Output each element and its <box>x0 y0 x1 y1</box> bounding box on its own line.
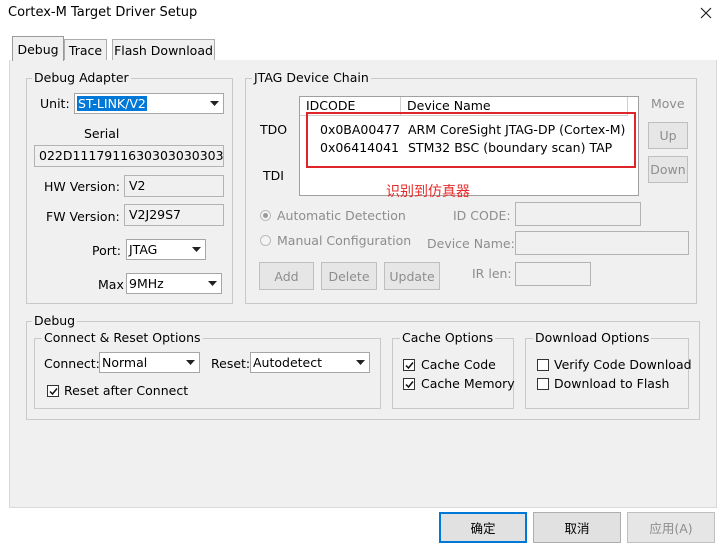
window-title: Cortex-M Target Driver Setup <box>8 5 198 20</box>
id-code-field[interactable] <box>515 202 641 226</box>
reset-value: Autodetect <box>253 355 323 370</box>
debug-group-label: Debug <box>32 313 78 328</box>
cancel-button[interactable]: 取消 <box>533 512 621 543</box>
apply-button[interactable]: 应用(A) <box>627 512 715 543</box>
close-icon <box>700 7 712 19</box>
serial-field: 022D11179116303030303032 <box>34 145 224 167</box>
fw-version-field: V2J29S7 <box>124 204 224 226</box>
verify-code-download-checkbox[interactable] <box>537 359 549 371</box>
annotation-text: 识别到仿真器 <box>386 184 470 200</box>
cache-code-label: Cache Code <box>421 357 496 372</box>
port-value: JTAG <box>129 242 158 257</box>
move-down-label: Down <box>650 162 686 177</box>
cache-options-label: Cache Options <box>400 330 496 345</box>
apply-label: 应用(A) <box>649 521 693 536</box>
jtag-group-label: JTAG Device Chain <box>252 70 371 85</box>
chevron-down-icon <box>352 353 369 372</box>
cache-code-checkbox[interactable] <box>403 359 415 371</box>
move-up-button[interactable]: Up <box>648 122 688 149</box>
check-icon <box>404 380 414 388</box>
ok-button[interactable]: 确定 <box>439 512 527 543</box>
cancel-label: 取消 <box>564 521 590 536</box>
move-label: Move <box>651 96 685 111</box>
unit-value: ST-LINK/V2 <box>77 96 147 111</box>
automatic-detection-label: Automatic Detection <box>277 208 406 223</box>
row-1-device[interactable]: ARM CoreSight JTAG-DP (Cortex-M) <box>408 122 625 137</box>
move-down-button[interactable]: Down <box>648 156 688 183</box>
reset-after-connect-label: Reset after Connect <box>64 383 189 398</box>
move-up-label: Up <box>659 128 677 143</box>
download-options-group <box>525 338 689 409</box>
unit-label: Unit: <box>40 96 70 111</box>
max-clock-select[interactable]: 9MHz <box>126 273 222 294</box>
tab-debug-label: Debug <box>17 41 59 57</box>
connect-select[interactable]: Normal <box>99 352 200 373</box>
reset-select[interactable]: Autodetect <box>250 352 370 373</box>
chevron-down-icon <box>204 274 221 293</box>
port-label: Port: <box>92 243 121 258</box>
cache-memory-label: Cache Memory <box>421 376 515 391</box>
serial-label: Serial <box>84 126 120 141</box>
id-code-label: ID CODE: <box>453 208 511 223</box>
manual-configuration-label: Manual Configuration <box>277 233 412 248</box>
connect-value: Normal <box>102 355 148 370</box>
reset-after-connect-checkbox[interactable] <box>47 385 59 397</box>
ir-len-label: IR len: <box>472 266 512 281</box>
delete-label: Delete <box>328 268 370 284</box>
reset-label: Reset: <box>211 356 251 371</box>
port-select[interactable]: JTAG <box>126 239 206 260</box>
check-icon <box>404 361 414 369</box>
row-1-idcode[interactable]: 0x0BA00477 <box>320 122 400 137</box>
manual-configuration-radio[interactable] <box>260 235 271 246</box>
download-to-flash-label: Download to Flash <box>554 376 670 391</box>
connect-label: Connect: <box>44 356 100 371</box>
cache-options-group <box>392 338 514 409</box>
row-2-idcode[interactable]: 0x06414041 <box>320 140 399 155</box>
tdo-label: TDO <box>260 122 288 137</box>
update-button[interactable]: Update <box>384 262 440 290</box>
cache-memory-checkbox[interactable] <box>403 378 415 390</box>
tdi-label: TDI <box>263 168 284 183</box>
unit-select[interactable]: ST-LINK/V2 <box>74 93 224 114</box>
chevron-down-icon <box>188 240 205 259</box>
device-name-field[interactable] <box>515 231 689 255</box>
download-to-flash-checkbox[interactable] <box>537 378 549 390</box>
tab-trace[interactable]: Trace <box>64 39 107 61</box>
tab-flash-download[interactable]: Flash Download <box>112 39 215 61</box>
device-name-label: Device Name: <box>427 236 515 251</box>
row-2-device[interactable]: STM32 BSC (boundary scan) TAP <box>408 140 612 155</box>
automatic-detection-radio[interactable] <box>260 210 271 221</box>
chevron-down-icon <box>182 353 199 372</box>
close-button[interactable] <box>688 0 724 26</box>
fw-version-label: FW Version: <box>46 209 120 224</box>
update-label: Update <box>389 268 435 284</box>
chevron-down-icon <box>206 94 223 113</box>
download-options-label: Download Options <box>533 330 652 345</box>
ok-label: 确定 <box>470 521 496 536</box>
tab-debug[interactable]: Debug <box>12 36 64 61</box>
connect-reset-label: Connect & Reset Options <box>42 330 203 345</box>
add-label: Add <box>274 268 299 284</box>
add-button[interactable]: Add <box>259 262 314 290</box>
delete-button[interactable]: Delete <box>321 262 377 290</box>
check-icon <box>48 387 58 395</box>
max-clock-value: 9MHz <box>129 276 164 291</box>
max-label: Max <box>98 277 124 292</box>
debug-adapter-label: Debug Adapter <box>32 70 131 85</box>
ir-len-field[interactable] <box>515 262 591 286</box>
verify-code-download-label: Verify Code Download <box>554 357 692 372</box>
connect-reset-group <box>34 338 381 409</box>
tab-flash-download-label: Flash Download <box>114 43 213 58</box>
tab-trace-label: Trace <box>68 43 103 58</box>
hw-version-field: V2 <box>124 175 224 197</box>
hw-version-label: HW Version: <box>44 179 120 194</box>
